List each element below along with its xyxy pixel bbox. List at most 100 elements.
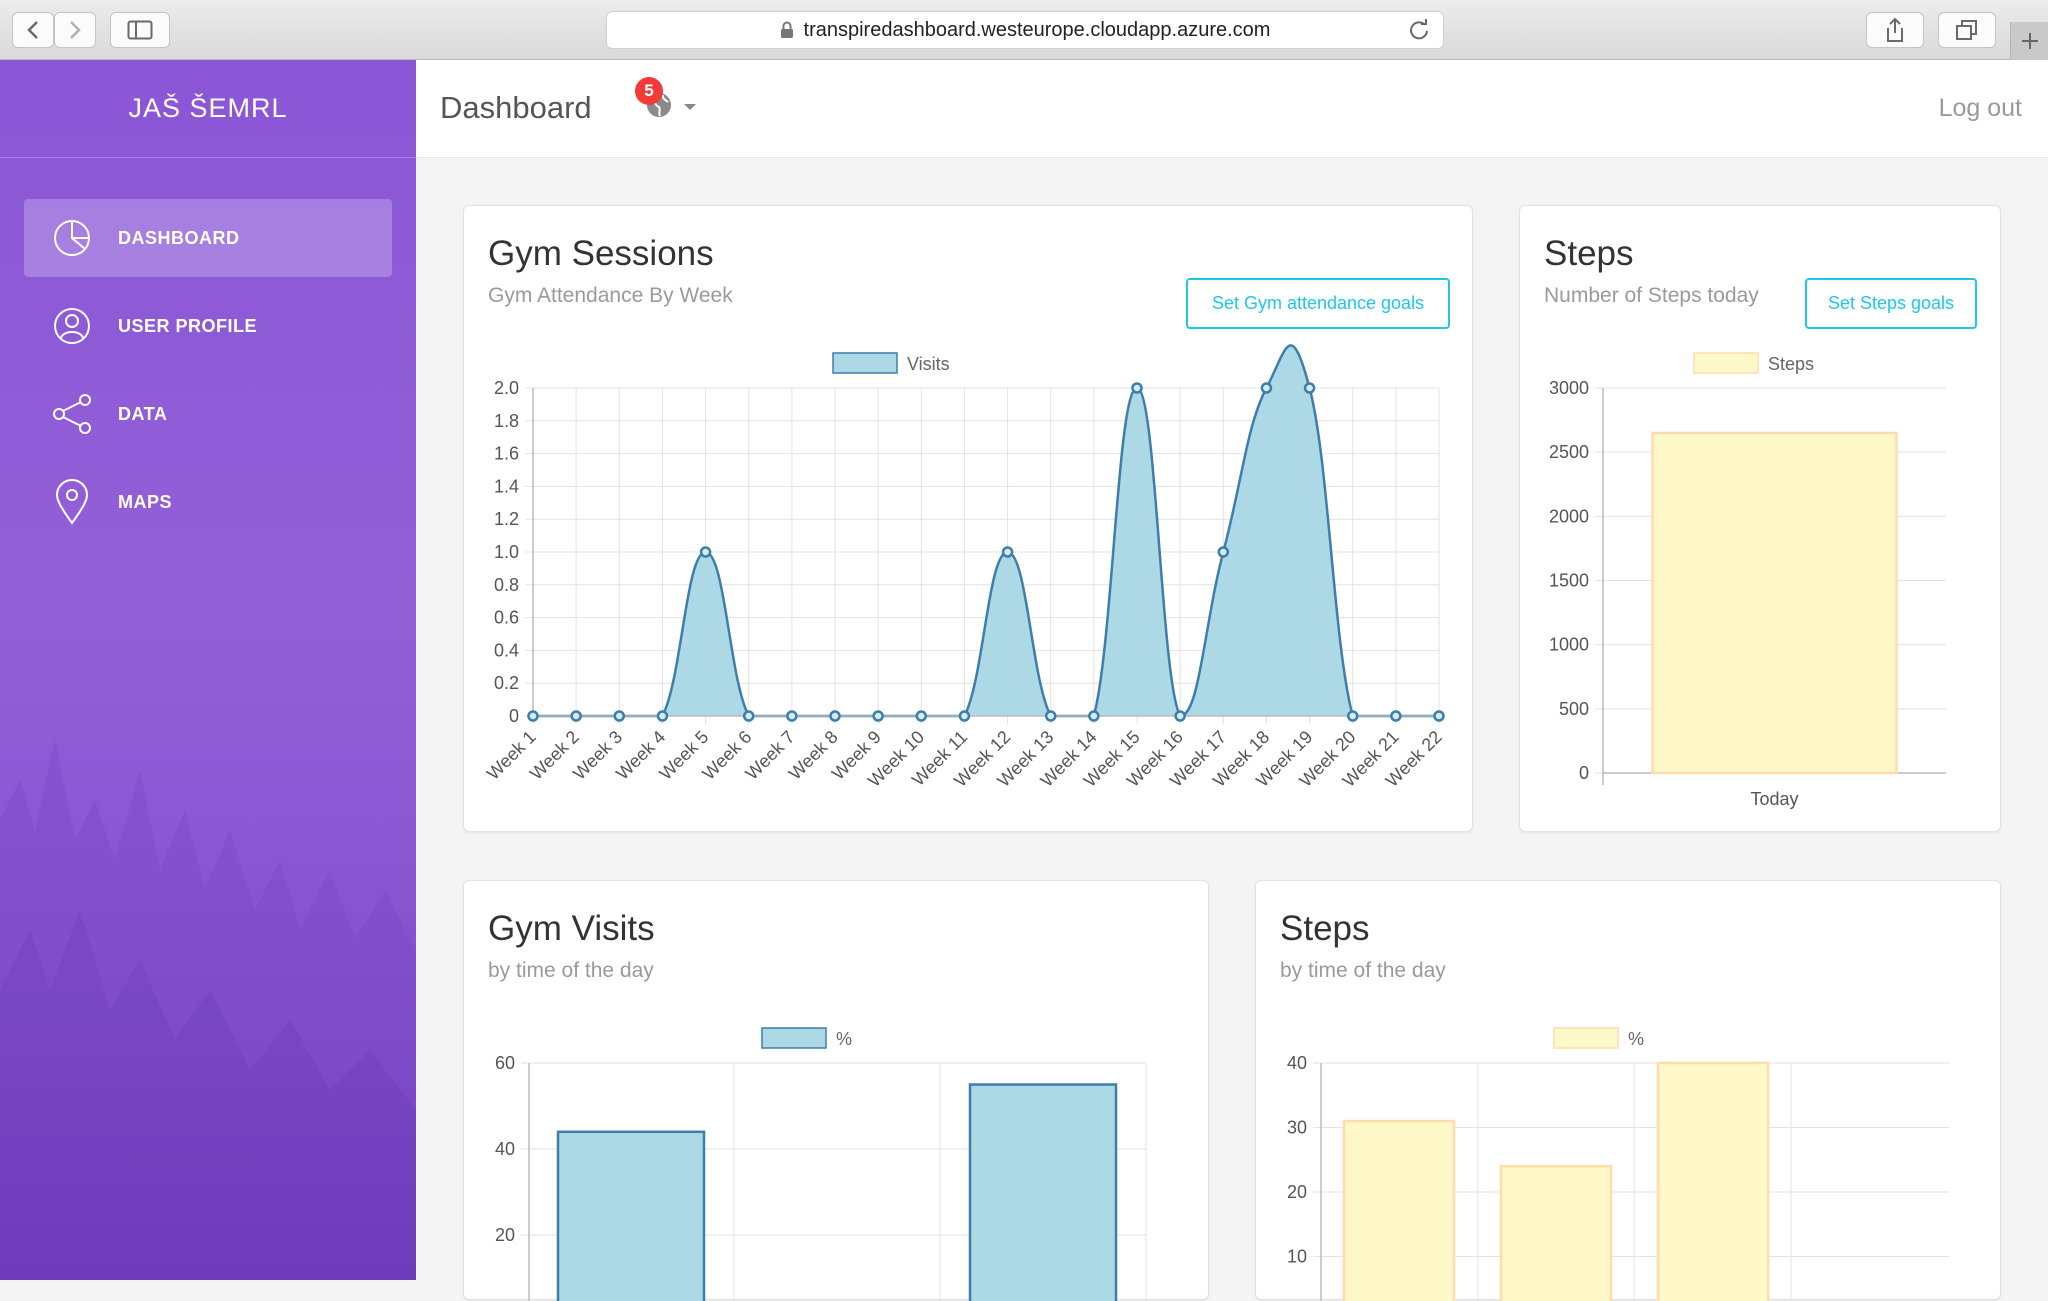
gym-sessions-card: Gym Sessions Gym Attendance By Week Set … xyxy=(463,205,1473,832)
data-point xyxy=(744,712,753,721)
bar xyxy=(558,1132,704,1301)
data-point xyxy=(529,712,538,721)
y-tick-label: 3000 xyxy=(1549,378,1589,398)
steps-time-card: Steps by time of the day %10203040 xyxy=(1255,880,2001,1300)
data-point xyxy=(1003,548,1012,557)
sidebar-icon xyxy=(127,20,153,40)
y-tick-label: 30 xyxy=(1287,1118,1307,1138)
bar xyxy=(1658,1063,1768,1301)
data-point xyxy=(658,712,667,721)
x-tick-label: Today xyxy=(1750,789,1798,809)
forward-button[interactable] xyxy=(54,12,96,48)
forest-background-image xyxy=(0,660,416,1280)
sidebar-item-user-profile[interactable]: USER PROFILE xyxy=(24,287,392,365)
data-point xyxy=(960,712,969,721)
sidebar-item-label: MAPS xyxy=(118,492,172,513)
legend-label: % xyxy=(1628,1029,1644,1049)
sidebar-toggle-button[interactable] xyxy=(110,12,170,48)
y-tick-label: 1.0 xyxy=(494,542,519,562)
y-tick-label: 40 xyxy=(1287,1053,1307,1073)
bar xyxy=(1344,1121,1454,1301)
y-tick-label: 40 xyxy=(495,1139,515,1159)
browser-toolbar: transpiredashboard.westeurope.cloudapp.a… xyxy=(0,0,2048,60)
notification-badge: 5 xyxy=(635,77,663,105)
gym-sessions-chart: Visits00.20.40.60.81.01.21.41.61.82.0Wee… xyxy=(464,206,1474,833)
y-tick-label: 20 xyxy=(1287,1182,1307,1202)
chevron-right-icon xyxy=(68,20,82,40)
sidebar-item-dashboard[interactable]: DASHBOARD xyxy=(24,199,392,277)
caret-down-icon[interactable] xyxy=(684,104,696,110)
tabs-icon xyxy=(1955,19,1979,41)
sidebar-item-maps[interactable]: MAPS xyxy=(24,463,392,541)
sidebar-item-label: USER PROFILE xyxy=(118,316,257,337)
data-point xyxy=(1133,384,1142,393)
sidebar-item-data[interactable]: DATA xyxy=(24,375,392,453)
legend-swatch xyxy=(833,353,897,373)
pie-chart-icon xyxy=(50,216,94,260)
data-point xyxy=(831,712,840,721)
data-point xyxy=(1219,548,1228,557)
share-icon xyxy=(1884,17,1906,43)
lock-icon xyxy=(780,21,794,39)
sidebar: JAŠ ŠEMRL DASHBOARD USER PROFILE DATA MA… xyxy=(0,60,416,1280)
brand-name[interactable]: JAŠ ŠEMRL xyxy=(0,60,416,158)
legend-label: Steps xyxy=(1768,354,1814,374)
gym-visits-chart: % 20 40 60 xyxy=(464,881,1210,1301)
address-bar[interactable]: transpiredashboard.westeurope.cloudapp.a… xyxy=(606,11,1444,49)
data-point xyxy=(1089,712,1098,721)
legend-swatch xyxy=(1554,1028,1618,1048)
y-tick-label: 0 xyxy=(1579,763,1589,783)
y-tick-label: 0.2 xyxy=(494,673,519,693)
sidebar-item-label: DASHBOARD xyxy=(118,228,240,249)
data-point xyxy=(1435,712,1444,721)
y-tick-label: 0 xyxy=(509,706,519,726)
sidebar-item-label: DATA xyxy=(118,404,167,425)
reload-icon[interactable] xyxy=(1407,18,1431,42)
bar xyxy=(1501,1166,1611,1301)
data-point xyxy=(874,712,883,721)
data-point xyxy=(1348,712,1357,721)
data-point xyxy=(615,712,624,721)
tabs-button[interactable] xyxy=(1938,12,1996,48)
y-tick-label: 60 xyxy=(495,1053,515,1073)
top-navbar: Dashboard 5 Log out xyxy=(416,60,2048,158)
data-point xyxy=(572,712,581,721)
share-nodes-icon xyxy=(50,392,94,436)
data-point xyxy=(787,712,796,721)
data-point xyxy=(1305,384,1314,393)
logout-link[interactable]: Log out xyxy=(1939,94,2022,123)
y-tick-label: 1.2 xyxy=(494,509,519,529)
y-tick-label: 1.4 xyxy=(494,476,519,496)
steps-today-chart: Steps050010001500200025003000Today xyxy=(1520,206,2002,833)
y-tick-label: 1500 xyxy=(1549,571,1589,591)
y-tick-label: 0.4 xyxy=(494,640,519,660)
data-point xyxy=(1176,712,1185,721)
bar xyxy=(1653,433,1897,773)
y-tick-label: 20 xyxy=(495,1225,515,1245)
legend-label: Visits xyxy=(907,354,950,374)
y-tick-label: 0.8 xyxy=(494,575,519,595)
share-button[interactable] xyxy=(1866,12,1924,48)
data-point xyxy=(1046,712,1055,721)
y-tick-label: 10 xyxy=(1287,1247,1307,1267)
map-pin-icon xyxy=(50,480,94,524)
y-tick-label: 2500 xyxy=(1549,442,1589,462)
y-tick-label: 2000 xyxy=(1549,506,1589,526)
series-area xyxy=(533,345,1439,716)
back-button[interactable] xyxy=(12,12,54,48)
legend-label: % xyxy=(836,1029,852,1049)
y-tick-label: 1.8 xyxy=(494,411,519,431)
gym-visits-card: Gym Visits by time of the day %204060 xyxy=(463,880,1209,1300)
steps-time-chart: % 10 20 30 40 xyxy=(1256,881,2002,1301)
user-icon xyxy=(50,304,94,348)
new-tab-button[interactable] xyxy=(2010,22,2048,60)
legend-swatch xyxy=(762,1028,826,1048)
url-text: transpiredashboard.westeurope.cloudapp.a… xyxy=(804,19,1271,42)
page-title: Dashboard xyxy=(440,90,592,126)
y-tick-label: 2.0 xyxy=(494,378,519,398)
legend-swatch xyxy=(1694,353,1758,373)
data-point xyxy=(1262,384,1271,393)
data-point xyxy=(701,548,710,557)
y-tick-label: 1.6 xyxy=(494,444,519,464)
steps-card: Steps Number of Steps today Set Steps go… xyxy=(1519,205,2001,832)
